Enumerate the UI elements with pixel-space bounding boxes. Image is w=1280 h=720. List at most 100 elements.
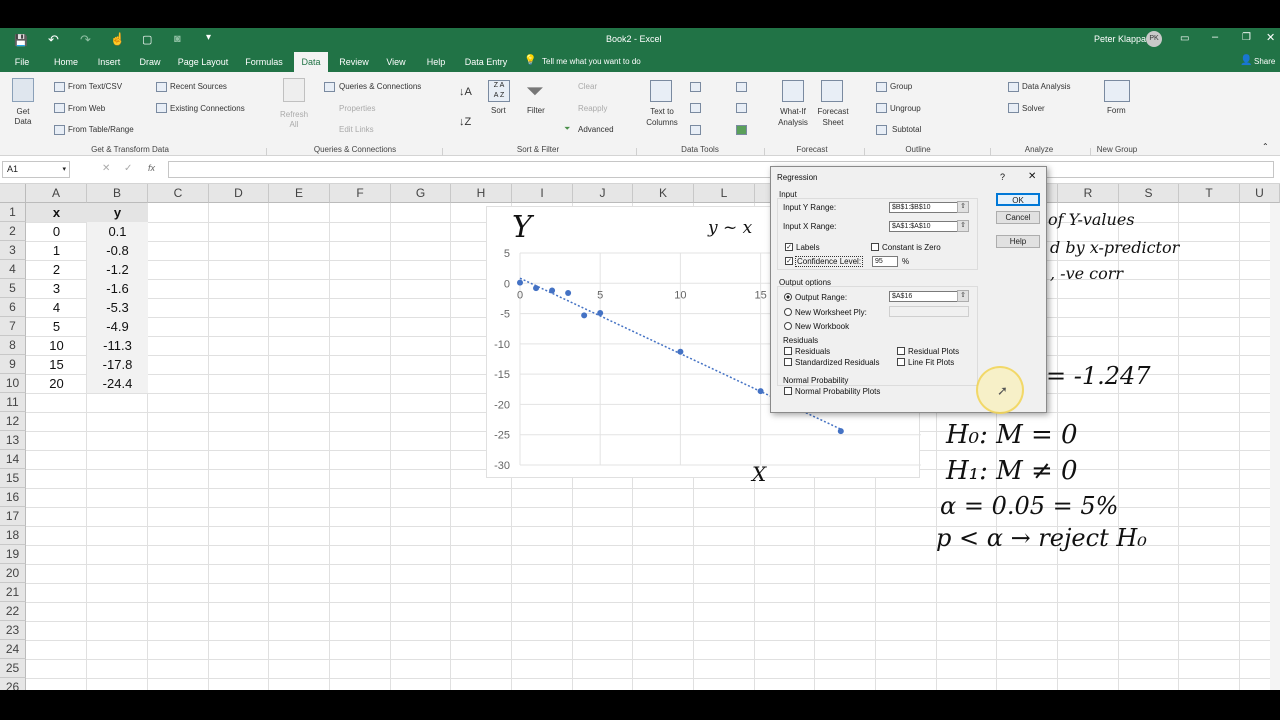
column-header[interactable]: U [1240,184,1280,203]
table-cell[interactable]: -4.9 [87,317,148,336]
restore-icon[interactable]: ❐ [1242,32,1251,43]
table-cell[interactable]: -1.2 [87,260,148,279]
row-header[interactable]: 6 [0,298,26,317]
column-header[interactable]: A [26,184,87,203]
tell-me-search[interactable]: Tell me what you want to do [542,57,641,66]
relationships-icon[interactable] [736,103,747,113]
residual-plots-checkbox[interactable] [897,347,905,355]
recent-sources-button[interactable]: Recent Sources [170,82,227,91]
confidence-input[interactable]: 95 [872,256,898,267]
row-header[interactable]: 1 [0,203,26,222]
column-header[interactable]: C [148,184,209,203]
data-analysis-button[interactable]: Data Analysis [1022,82,1070,91]
group-button[interactable]: Group [890,82,912,91]
new-workbook-radio[interactable] [784,322,792,330]
clear-button[interactable]: Clear [578,82,597,91]
confirm-entry-icon[interactable]: ✓ [124,163,132,174]
row-header[interactable]: 11 [0,393,26,412]
edit-links-button[interactable]: Edit Links [339,125,374,134]
collapse-y-range-icon[interactable]: ⇧ [957,201,969,213]
get-data-button[interactable]: Get Data [13,107,33,127]
sort-az-icon[interactable]: ↓A [459,86,472,98]
tab-view[interactable]: View [380,52,412,72]
ungroup-button[interactable]: Ungroup [890,104,921,113]
column-header[interactable]: B [87,184,148,203]
tab-page-layout[interactable]: Page Layout [174,52,232,72]
manage-data-model-icon[interactable] [736,125,747,135]
labels-checkbox[interactable]: ✓ [785,243,793,251]
share-button[interactable]: Share [1254,57,1275,66]
properties-button[interactable]: Properties [339,104,375,113]
std-residuals-checkbox[interactable] [784,358,792,366]
column-header[interactable]: T [1179,184,1240,203]
formula-input[interactable] [168,161,1274,178]
column-header[interactable]: L [694,184,755,203]
tab-draw[interactable]: Draw [134,52,166,72]
ribbon-display-icon[interactable]: ▭ [1180,33,1189,44]
table-cell[interactable]: -11.3 [87,336,148,355]
tab-data-entry[interactable]: Data Entry [460,52,512,72]
row-header[interactable]: 21 [0,583,26,602]
tab-formulas[interactable]: Formulas [240,52,288,72]
solver-button[interactable]: Solver [1022,104,1045,113]
collapse-ribbon-icon[interactable]: ⌃ [1262,142,1269,151]
row-header[interactable]: 12 [0,412,26,431]
tab-file[interactable]: File [8,52,36,72]
table-cell[interactable]: 5 [26,317,87,336]
column-header[interactable]: K [633,184,694,203]
vertical-scrollbar[interactable] [1270,203,1280,690]
confidence-checkbox[interactable]: ✓ [785,257,793,265]
output-range-field[interactable]: $A$16 [889,291,959,302]
output-range-radio[interactable] [784,293,792,301]
cancel-entry-icon[interactable]: ✕ [102,163,110,174]
new-ply-field[interactable] [889,306,969,317]
table-cell[interactable]: -5.3 [87,298,148,317]
tab-home[interactable]: Home [48,52,84,72]
filter-button[interactable]: Filter [527,106,545,115]
row-header[interactable]: 7 [0,317,26,336]
queries-connections-button[interactable]: Queries & Connections [339,82,421,91]
input-y-range-field[interactable]: $B$1:$B$10 [889,202,959,213]
residuals-checkbox[interactable] [784,347,792,355]
tab-insert[interactable]: Insert [92,52,126,72]
row-header[interactable]: 10 [0,374,26,393]
save-icon[interactable]: 💾 [14,34,28,47]
form-button[interactable]: Form [1107,106,1126,115]
line-fit-checkbox[interactable] [897,358,905,366]
row-header[interactable]: 13 [0,431,26,450]
constant-zero-checkbox[interactable] [871,243,879,251]
camera-icon[interactable]: ◙ [174,33,181,45]
table-cell[interactable]: -24.4 [87,374,148,393]
sort-button[interactable]: Sort [491,106,506,115]
header-cell-x[interactable]: x [26,203,87,222]
undo-icon[interactable]: ↶ [48,32,59,48]
remove-duplicates-icon[interactable] [690,103,701,113]
text-to-columns-button[interactable]: Text to Columns [644,106,680,128]
column-header[interactable]: S [1119,184,1179,203]
table-cell[interactable]: -1.6 [87,279,148,298]
tab-review[interactable]: Review [336,52,372,72]
row-header[interactable]: 25 [0,659,26,678]
column-header[interactable]: D [209,184,269,203]
column-header[interactable]: J [573,184,633,203]
refresh-all-button[interactable]: Refresh All [280,110,308,130]
table-cell[interactable]: 0.1 [87,222,148,241]
advanced-button[interactable]: Advanced [578,125,614,134]
row-header[interactable]: 2 [0,222,26,241]
existing-connections-button[interactable]: Existing Connections [170,104,245,113]
row-header[interactable]: 14 [0,450,26,469]
table-cell[interactable]: 4 [26,298,87,317]
row-header[interactable]: 16 [0,488,26,507]
row-header[interactable]: 4 [0,260,26,279]
insert-function-button[interactable]: fx [148,163,155,173]
row-header[interactable]: 3 [0,241,26,260]
subtotal-button[interactable]: Subtotal [892,125,921,134]
new-file-icon[interactable]: ▢ [142,33,152,46]
close-window-icon[interactable]: ✕ [1266,31,1275,44]
row-header[interactable]: 9 [0,355,26,374]
table-cell[interactable]: 3 [26,279,87,298]
cancel-button[interactable]: Cancel [996,211,1040,224]
name-box[interactable]: A1 ▾ [2,161,70,178]
row-header[interactable]: 23 [0,621,26,640]
row-header[interactable]: 24 [0,640,26,659]
